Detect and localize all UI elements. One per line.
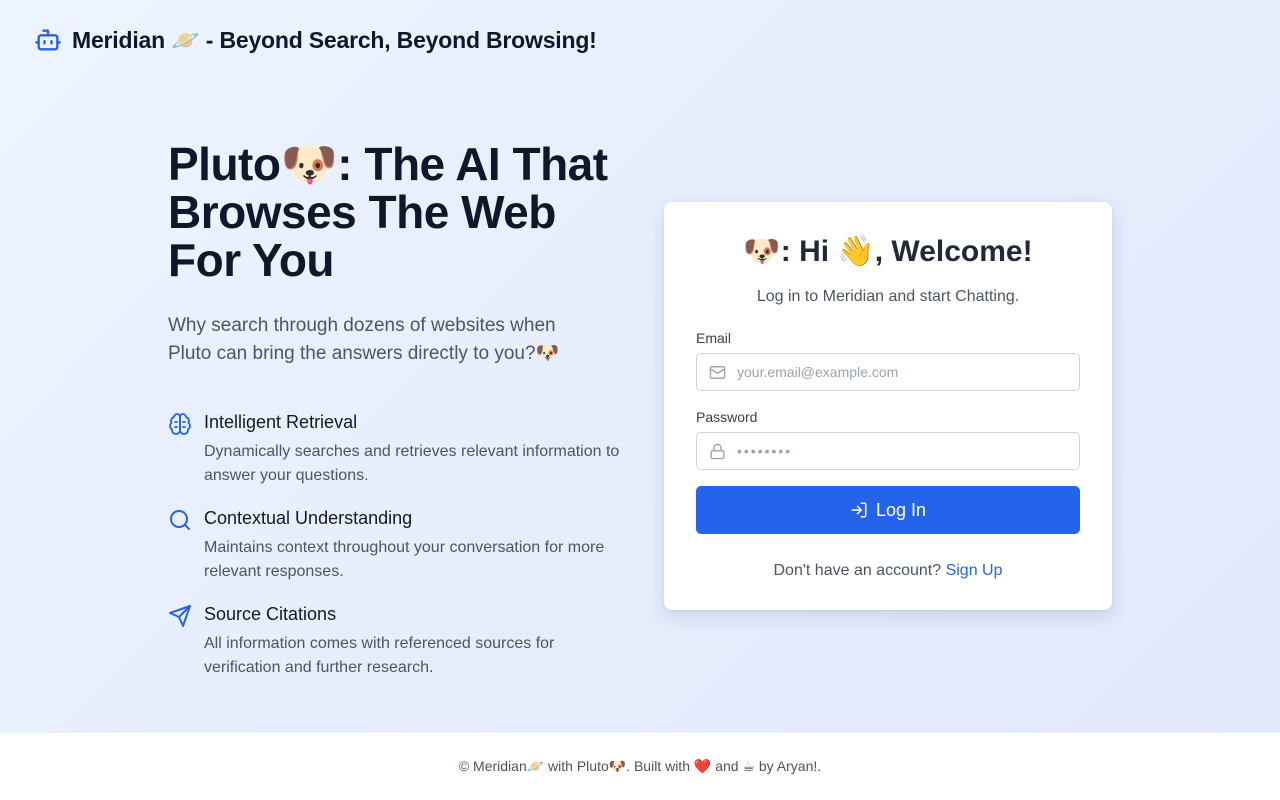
- signup-row: Don't have an account? Sign Up: [696, 562, 1080, 580]
- footer: © Meridian🪐 with Pluto🐶. Built with ❤️ a…: [0, 732, 1280, 800]
- feature-list: Intelligent Retrieval Dynamically search…: [168, 410, 628, 680]
- email-label: Email: [696, 330, 732, 346]
- hero-subtitle: Why search through dozens of websites wh…: [168, 315, 560, 364]
- footer-text: © Meridian🪐 with Pluto🐶. Built with ❤️ a…: [458, 758, 822, 774]
- brain-icon: [168, 412, 192, 436]
- login-card: 🐶: Hi 👋, Welcome! Log in to Meridian and…: [664, 202, 1112, 610]
- password-field-wrapper: [696, 432, 1080, 470]
- login-button[interactable]: Log In: [696, 486, 1080, 534]
- feature-title: Source Citations: [204, 604, 337, 624]
- log-in-icon: [850, 501, 868, 519]
- feature-title: Intelligent Retrieval: [204, 412, 358, 432]
- app-header: Meridian 🪐 - Beyond Search, Beyond Brows…: [34, 26, 597, 54]
- password-label: Password: [696, 409, 758, 425]
- send-icon: [168, 604, 192, 628]
- hero-title: Pluto🐶: The AI That Browses The Web For …: [168, 138, 608, 286]
- email-input[interactable]: [697, 354, 1079, 390]
- feature-description: Maintains context throughout your conver…: [204, 539, 605, 580]
- signup-link[interactable]: Sign Up: [946, 562, 1003, 579]
- robot-icon: [34, 26, 62, 54]
- feature-title: Contextual Understanding: [204, 508, 413, 528]
- lock-icon: [709, 443, 726, 460]
- feature-item: Intelligent Retrieval Dynamically search…: [168, 410, 628, 488]
- email-field-wrapper: [696, 353, 1080, 391]
- signup-prompt: Don't have an account?: [773, 562, 942, 579]
- welcome-tagline: Log in to Meridian and start Chatting.: [756, 288, 1020, 305]
- welcome-heading: 🐶: Hi 👋, Welcome!: [743, 235, 1033, 268]
- feature-description: Dynamically searches and retrieves relev…: [204, 443, 620, 484]
- search-icon: [168, 508, 192, 532]
- feature-description: All information comes with referenced so…: [204, 635, 555, 676]
- mail-icon: [709, 364, 726, 381]
- feature-item: Contextual Understanding Maintains conte…: [168, 506, 628, 584]
- login-button-label: Log In: [875, 499, 927, 520]
- hero-section: Pluto🐶: The AI That Browses The Web For …: [168, 140, 628, 698]
- password-input[interactable]: [697, 433, 1079, 469]
- app-title: Meridian 🪐 - Beyond Search, Beyond Brows…: [72, 26, 597, 53]
- feature-item: Source Citations All information comes w…: [168, 602, 628, 680]
